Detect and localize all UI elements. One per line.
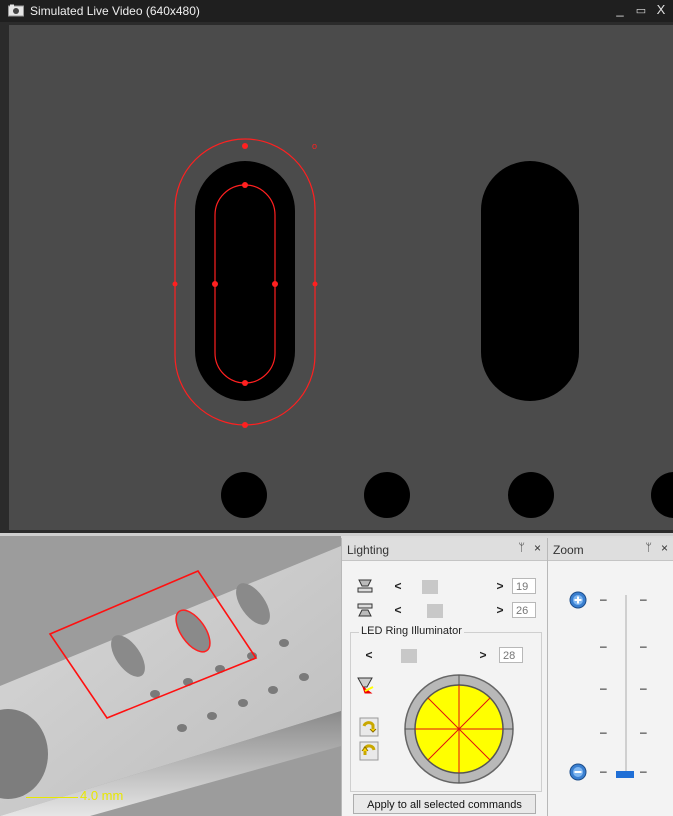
ring-light-icon[interactable] [355,675,375,695]
close-panel-button[interactable]: × [534,541,541,555]
coaxial-light-value[interactable]: 19 [512,578,536,594]
slider-thumb[interactable] [426,604,443,618]
video-titlebar[interactable]: Simulated Live Video (640x480) _ ▭ X [0,0,673,22]
backlight-slider[interactable]: < > 26 [354,602,544,620]
zoom-tick: – [600,639,607,653]
slider-right-arrow[interactable]: > [494,603,506,617]
hole-feature [364,472,410,518]
led-ring-value[interactable]: 28 [499,647,523,663]
zoom-tick: – [600,592,607,606]
svg-text:o: o [312,141,317,151]
window-title: Simulated Live Video (640x480) [30,4,200,18]
slider-track[interactable] [377,649,477,663]
part-model[interactable] [0,536,341,816]
slider-thumb[interactable] [400,649,417,663]
slider-thumb[interactable] [422,580,439,594]
zoom-tick: – [640,639,647,653]
rotate-ring-cw-icon[interactable] [359,741,379,761]
slot-feature-1 [195,161,295,401]
close-button[interactable]: X [653,2,669,17]
slider-right-arrow[interactable]: > [494,579,506,593]
lighting-title: Lighting [347,543,390,557]
minimize-button[interactable]: _ [612,2,628,17]
lighting-panel: Lighting ᛘ × < > 19 < > 26 LED Ring Illu… [341,538,547,816]
zoom-title: Zoom [553,543,584,557]
slider-left-arrow[interactable]: < [363,648,375,662]
zoom-tick: – [600,681,607,695]
slider-track[interactable] [406,604,496,618]
slider-left-arrow[interactable]: < [392,579,404,593]
zoom-tick: – [640,681,647,695]
zoom-slider-track[interactable] [625,595,627,775]
lighting-panel-header[interactable]: Lighting ᛘ × [342,538,547,561]
zoom-panel: Zoom ᛘ × – – – – – – – – – – [547,538,673,816]
video-content[interactable]: o [9,25,673,530]
zoom-tick: – [640,725,647,739]
slot-feature-2 [481,161,579,401]
rotate-ring-ccw-icon[interactable] [359,717,379,737]
scale-label: 4.0 mm [80,788,124,803]
zoom-tick: – [640,592,647,606]
led-ring-group: LED Ring Illuminator < > 28 [350,625,542,792]
scale-bar [26,797,78,798]
zoom-out-icon[interactable] [569,763,587,781]
zoom-tick: – [600,725,607,739]
live-video-frame[interactable]: o [9,25,673,530]
hole-feature [651,472,673,518]
zoom-panel-header[interactable]: Zoom ᛘ × [548,538,673,561]
slider-left-arrow[interactable]: < [392,603,404,617]
pin-icon[interactable]: ᛘ [645,542,652,554]
hole-feature [508,472,554,518]
video-window: Simulated Live Video (640x480) _ ▭ X o [0,0,673,533]
zoom-tick: – [600,764,607,778]
led-ring-label: LED Ring Illuminator [359,625,464,637]
hole-feature [221,472,267,518]
led-ring-sector-selector[interactable] [403,673,515,785]
backlight-value[interactable]: 26 [512,602,536,618]
maximize-button[interactable]: ▭ [633,4,649,17]
close-panel-button[interactable]: × [661,541,668,555]
apply-to-all-button[interactable]: Apply to all selected commands [353,794,536,814]
slider-right-arrow[interactable]: > [477,648,489,662]
led-ring-slider[interactable]: < > 28 [351,647,539,665]
zoom-slider-thumb[interactable] [616,771,634,778]
zoom-tick: – [640,764,647,778]
coaxial-light-slider[interactable]: < > 19 [354,578,544,596]
pin-icon[interactable]: ᛘ [518,542,525,554]
3d-model-view[interactable]: 4.0 mm [0,536,341,816]
zoom-in-icon[interactable] [569,591,587,609]
slider-track[interactable] [406,580,496,594]
camera-icon [8,4,24,17]
